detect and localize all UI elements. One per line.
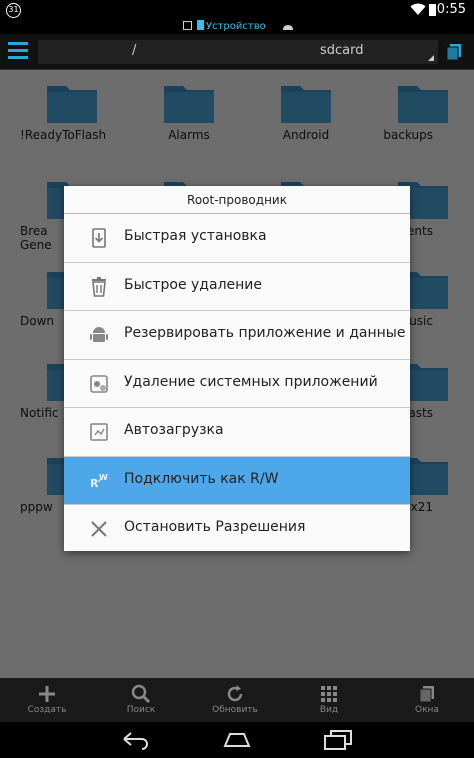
home-icon[interactable] [183, 21, 192, 30]
back-icon[interactable] [120, 728, 152, 750]
refresh-icon [227, 685, 243, 702]
toolbar: / sdcard [0, 34, 474, 70]
breadcrumb-root[interactable]: / [132, 43, 136, 58]
menu-item-label: Подключить как R/W [124, 470, 279, 487]
navigation-bar [0, 722, 474, 758]
view-label: Вид [319, 705, 339, 715]
close-icon [91, 521, 107, 537]
wifi-icon [410, 3, 426, 15]
create-label: Создать [27, 705, 67, 715]
view-button[interactable]: Вид [282, 678, 376, 722]
menu-item-quick-uninstall[interactable]: Быстрое удаление [64, 263, 410, 311]
menu-item-label: Быстрая установка [124, 228, 267, 244]
system-apps-icon [90, 374, 108, 393]
battery-icon [429, 4, 436, 16]
menu-item-autostart[interactable]: Автозагрузка [64, 408, 410, 457]
trash-icon [92, 276, 106, 297]
windows-label: Окна [415, 705, 439, 715]
create-button[interactable]: Создать [0, 678, 94, 722]
notification-badge: 31 [6, 3, 21, 18]
menu-icon[interactable] [4, 38, 32, 66]
android-backup-icon [90, 327, 108, 342]
device-tab[interactable]: Устройство [197, 20, 266, 32]
screen: 31 0:55 Устройство / sdcard !ReadyToFlas… [0, 0, 474, 758]
device-icon [197, 20, 204, 30]
menu-item-backup-app[interactable]: Резервировать приложение и данные [64, 311, 410, 360]
action-bar: Создать Поиск Обновить Вид Окна [0, 678, 474, 722]
svg-text:R: R [90, 477, 99, 490]
plus-icon [39, 686, 55, 702]
install-icon [92, 228, 106, 248]
refresh-button[interactable]: Обновить [188, 678, 282, 722]
menu-item-mount-rw[interactable]: R W Подключить как R/W [64, 456, 410, 505]
clock: 0:55 [436, 2, 466, 17]
search-icon [131, 684, 151, 704]
menu-item-label: Автозагрузка [124, 422, 224, 438]
menu-item-label: Резервировать приложение и данные [124, 325, 406, 341]
windows-icon [419, 686, 434, 703]
status-bar: 31 0:55 [0, 0, 474, 20]
windows-icon[interactable] [444, 42, 464, 62]
network-icon[interactable] [282, 23, 294, 31]
menu-item-label: Удаление системных приложений [124, 373, 378, 390]
dropdown-indicator-icon [428, 55, 434, 61]
breadcrumb-sdcard[interactable]: sdcard [320, 43, 364, 58]
refresh-label: Обновить [212, 705, 258, 715]
menu-item-label: Быстрое удаление [124, 276, 262, 293]
menu-item-stop-permissions[interactable]: Остановить Разрешения [64, 505, 410, 554]
search-button[interactable]: Поиск [94, 678, 188, 722]
grid-view-icon [321, 686, 337, 702]
menu-item-uninstall-system-apps[interactable]: Удаление системных приложений [64, 360, 410, 408]
search-label: Поиск [126, 705, 156, 715]
menu-item-label: Остановить Разрешения [124, 519, 306, 535]
windows-button[interactable]: Окна [380, 678, 474, 722]
home-button-icon[interactable] [222, 728, 252, 750]
dialog-title: Root-проводник [64, 186, 410, 214]
autostart-icon [90, 423, 108, 441]
root-explorer-dialog: Root-проводник Быстрая установка Быстрое… [64, 186, 410, 551]
device-label: Устройство [206, 21, 266, 32]
svg-text:W: W [99, 473, 108, 482]
menu-item-quick-install[interactable]: Быстрая установка [64, 214, 410, 263]
recent-apps-icon[interactable] [322, 728, 354, 750]
storage-strip: Устройство [0, 20, 474, 34]
breadcrumb[interactable]: / sdcard [38, 40, 438, 64]
rw-icon: R W [90, 473, 108, 490]
